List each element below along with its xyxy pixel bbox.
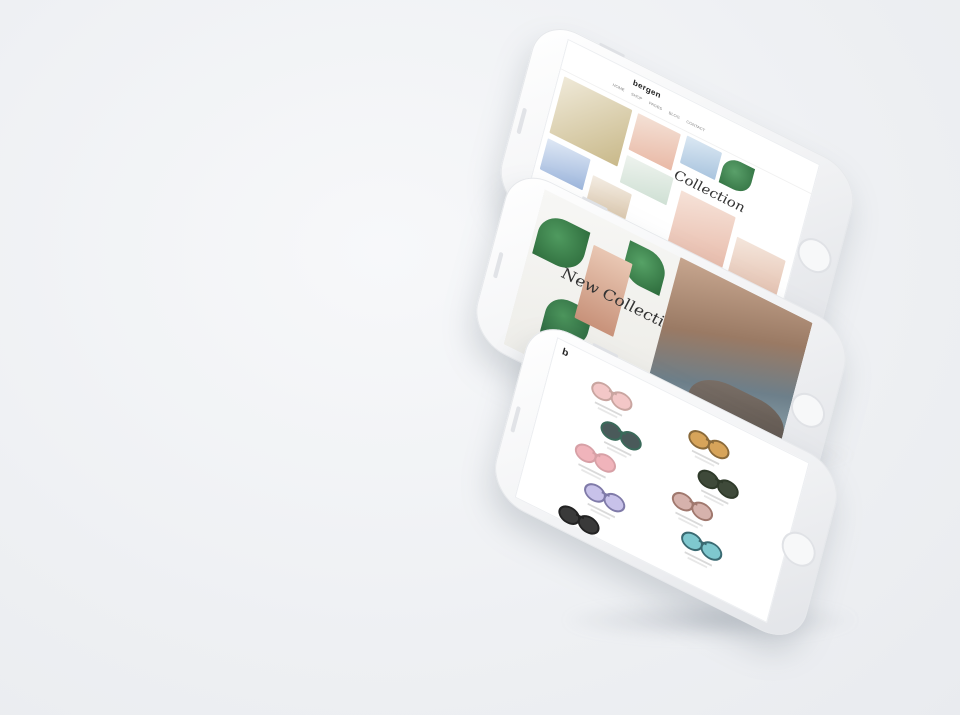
nav-item-contact[interactable]: Contact — [686, 119, 706, 133]
site-logo[interactable]: b — [561, 346, 570, 359]
phone-speaker — [516, 107, 528, 135]
product-card-sunglasses[interactable] — [683, 425, 734, 467]
nav-item-blog[interactable]: Blog — [668, 110, 680, 120]
product-price-line — [564, 530, 585, 543]
phone-shadow — [560, 600, 860, 640]
product-card-sunglasses[interactable] — [692, 464, 743, 507]
nav-item-shop[interactable]: Shop — [631, 91, 643, 101]
product-card-sunglasses[interactable] — [586, 376, 637, 419]
nav-item-home[interactable]: Home — [612, 82, 625, 92]
nav-item-pages[interactable]: Pages — [648, 100, 662, 111]
mockup-stage: bergen Home Shop Pages Blog Contact Coll… — [0, 0, 960, 715]
product-card-sunglasses[interactable] — [595, 416, 646, 459]
phone-speaker — [492, 251, 504, 279]
phone-speaker — [510, 405, 521, 434]
product-card-sunglasses[interactable] — [579, 478, 630, 520]
product-card-sunglasses[interactable] — [676, 526, 727, 569]
